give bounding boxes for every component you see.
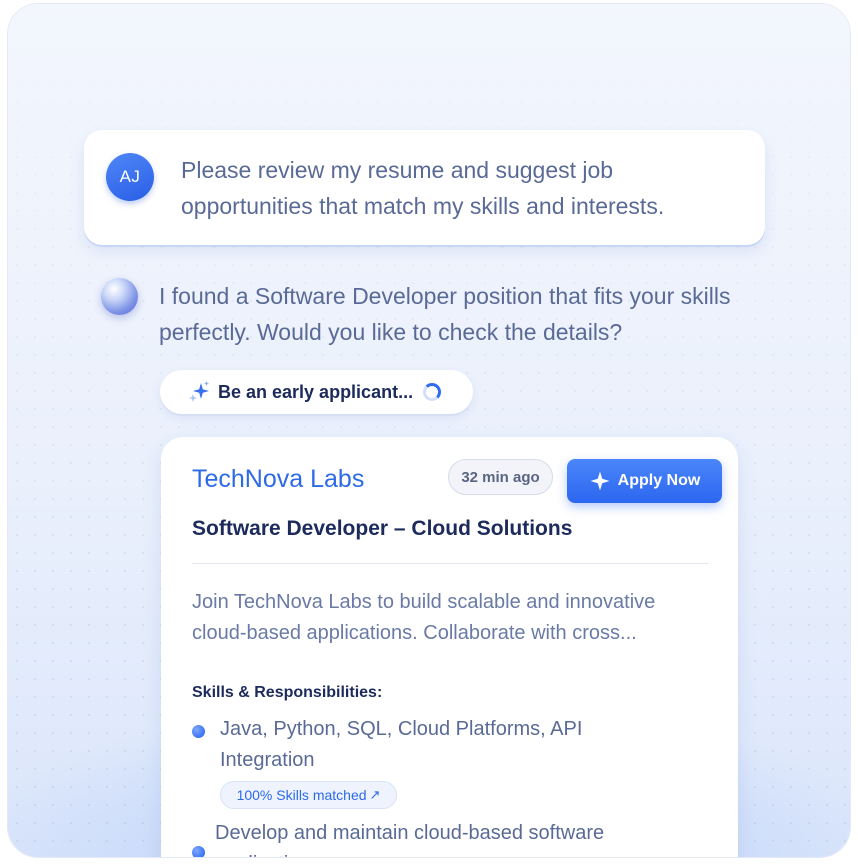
divider — [192, 563, 708, 564]
skill-item-text: Java, Python, SQL, Cloud Platforms, API … — [220, 718, 583, 771]
user-message-bubble: AJ Please review my resume and suggest j… — [84, 130, 765, 245]
spinner-icon — [423, 383, 442, 401]
sparkle-icon — [590, 471, 610, 491]
bullet-icon — [192, 725, 205, 738]
posted-time-badge: 32 min ago — [448, 459, 553, 495]
bullet-icon — [192, 846, 205, 857]
user-message-text: Please review my resume and suggest job … — [181, 157, 665, 219]
skill-item-text: Develop and maintain cloud-based softwar… — [215, 822, 605, 857]
user-avatar: AJ — [106, 153, 154, 201]
company-name[interactable]: TechNova Labs — [192, 465, 364, 494]
early-applicant-pill[interactable]: Be an early applicant... — [160, 370, 473, 414]
job-description: Join TechNova Labs to build scalable and… — [192, 591, 656, 644]
apply-now-button[interactable]: Apply Now — [567, 459, 722, 503]
arrow-up-right-icon: ↗ — [369, 787, 381, 802]
sparkle-icon — [189, 381, 209, 402]
chat-canvas: AJ Please review my resume and suggest j… — [8, 4, 850, 857]
early-applicant-label: Be an early applicant... — [218, 381, 414, 402]
skills-match-label: 100% Skills matched — [236, 787, 367, 803]
job-card: TechNova Labs 32 min ago Apply Now Softw… — [161, 437, 738, 857]
skills-match-chip[interactable]: 100% Skills matched ↗ — [220, 781, 397, 809]
skills-heading: Skills & Responsibilities: — [192, 684, 383, 701]
job-title: Software Developer – Cloud Solutions — [192, 517, 573, 540]
apply-now-label: Apply Now — [617, 472, 701, 489]
assistant-orb-icon — [101, 278, 138, 315]
assistant-message-text: I found a Software Developer position th… — [159, 283, 731, 345]
